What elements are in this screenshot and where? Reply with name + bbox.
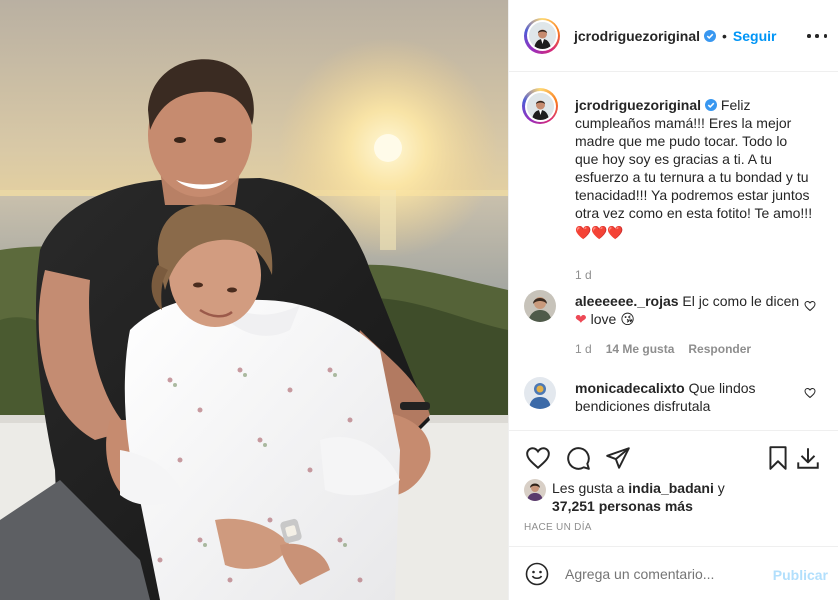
comment-text-suffix: love bbox=[590, 311, 617, 327]
wink-emoji-icon: 😘 bbox=[620, 311, 635, 327]
liked-by-username[interactable]: india_badani bbox=[628, 480, 714, 496]
follow-button[interactable]: Seguir bbox=[733, 28, 777, 44]
comment-bubble-icon[interactable] bbox=[565, 445, 591, 471]
comment-avatar[interactable] bbox=[524, 377, 556, 409]
comment-meta: 1 d 14 Me gusta Responder bbox=[575, 342, 751, 356]
caption-avatar[interactable] bbox=[522, 88, 558, 124]
comment-item: monicadecalixto Que lindos bendiciones d… bbox=[524, 377, 824, 417]
likes-count-link[interactable]: 37,251 personas más bbox=[552, 498, 693, 514]
like-comment-heart-icon[interactable] bbox=[804, 300, 816, 312]
add-comment-bar: Publicar bbox=[509, 546, 838, 600]
comment-avatar[interactable] bbox=[524, 290, 556, 322]
reply-button[interactable]: Responder bbox=[688, 342, 751, 356]
post-actions: Les gusta a india_badani y 37,251 person… bbox=[509, 430, 838, 542]
like-comment-heart-icon[interactable] bbox=[804, 387, 816, 399]
share-paper-plane-icon[interactable] bbox=[605, 445, 631, 471]
caption-text-block: jcrodriguezoriginal Feliz cumpleaños mam… bbox=[575, 96, 813, 242]
comment-text: El jc como le dicen bbox=[682, 293, 800, 309]
likes-prefix: Les gusta a bbox=[552, 480, 625, 496]
post-image bbox=[0, 0, 508, 600]
comment-username[interactable]: aleeeeee._rojas bbox=[575, 293, 679, 309]
likes-conjunction: y bbox=[717, 480, 725, 496]
caption: jcrodriguezoriginal Feliz cumpleaños mam… bbox=[522, 88, 824, 282]
comment-input[interactable] bbox=[565, 566, 765, 582]
liker-avatar[interactable] bbox=[524, 479, 546, 501]
caption-username[interactable]: jcrodriguezoriginal bbox=[575, 97, 701, 113]
emoji-smiley-icon[interactable] bbox=[525, 562, 549, 586]
heart-emoji-icon: ❤ bbox=[575, 311, 587, 327]
caption-text: Feliz cumpleaños mamá!!! Eres la mejor m… bbox=[575, 97, 813, 221]
post-photo[interactable] bbox=[0, 0, 508, 600]
comment-item: aleeeeee._rojas El jc como le dicen ❤ lo… bbox=[524, 290, 824, 360]
avatar bbox=[528, 22, 556, 49]
post-side-panel: jcrodriguezoriginal • Seguir jcrodriguez… bbox=[508, 0, 838, 600]
separator-dot: • bbox=[722, 27, 727, 44]
post-header: jcrodriguezoriginal • Seguir bbox=[509, 0, 838, 72]
verified-badge-icon bbox=[704, 29, 717, 42]
download-icon[interactable] bbox=[795, 445, 821, 471]
caption-time[interactable]: 1 d bbox=[575, 268, 592, 282]
posted-time[interactable]: HACE UN DÍA bbox=[524, 522, 592, 533]
comments-section: jcrodriguezoriginal Feliz cumpleaños mam… bbox=[509, 72, 838, 430]
comment-username[interactable]: monicadecalixto bbox=[575, 380, 685, 396]
comment-text-block: monicadecalixto Que lindos bendiciones d… bbox=[575, 379, 815, 415]
caption-hearts: ❤️❤️❤️ bbox=[575, 225, 624, 240]
post-username[interactable]: jcrodriguezoriginal bbox=[574, 28, 700, 44]
verified-badge-icon bbox=[705, 99, 718, 111]
avatar-story-ring[interactable] bbox=[524, 17, 560, 54]
save-bookmark-icon[interactable] bbox=[765, 445, 791, 471]
like-heart-icon[interactable] bbox=[525, 445, 551, 471]
more-options-icon[interactable] bbox=[807, 26, 827, 46]
likes-text: Les gusta a india_badani y 37,251 person… bbox=[552, 479, 725, 515]
likes-summary: Les gusta a india_badani y 37,251 person… bbox=[524, 479, 725, 515]
publish-button[interactable]: Publicar bbox=[773, 567, 828, 583]
comment-text-block: aleeeeee._rojas El jc como le dicen ❤ lo… bbox=[575, 292, 815, 328]
comment-time[interactable]: 1 d bbox=[575, 342, 592, 356]
comment-likes[interactable]: 14 Me gusta bbox=[606, 342, 675, 356]
